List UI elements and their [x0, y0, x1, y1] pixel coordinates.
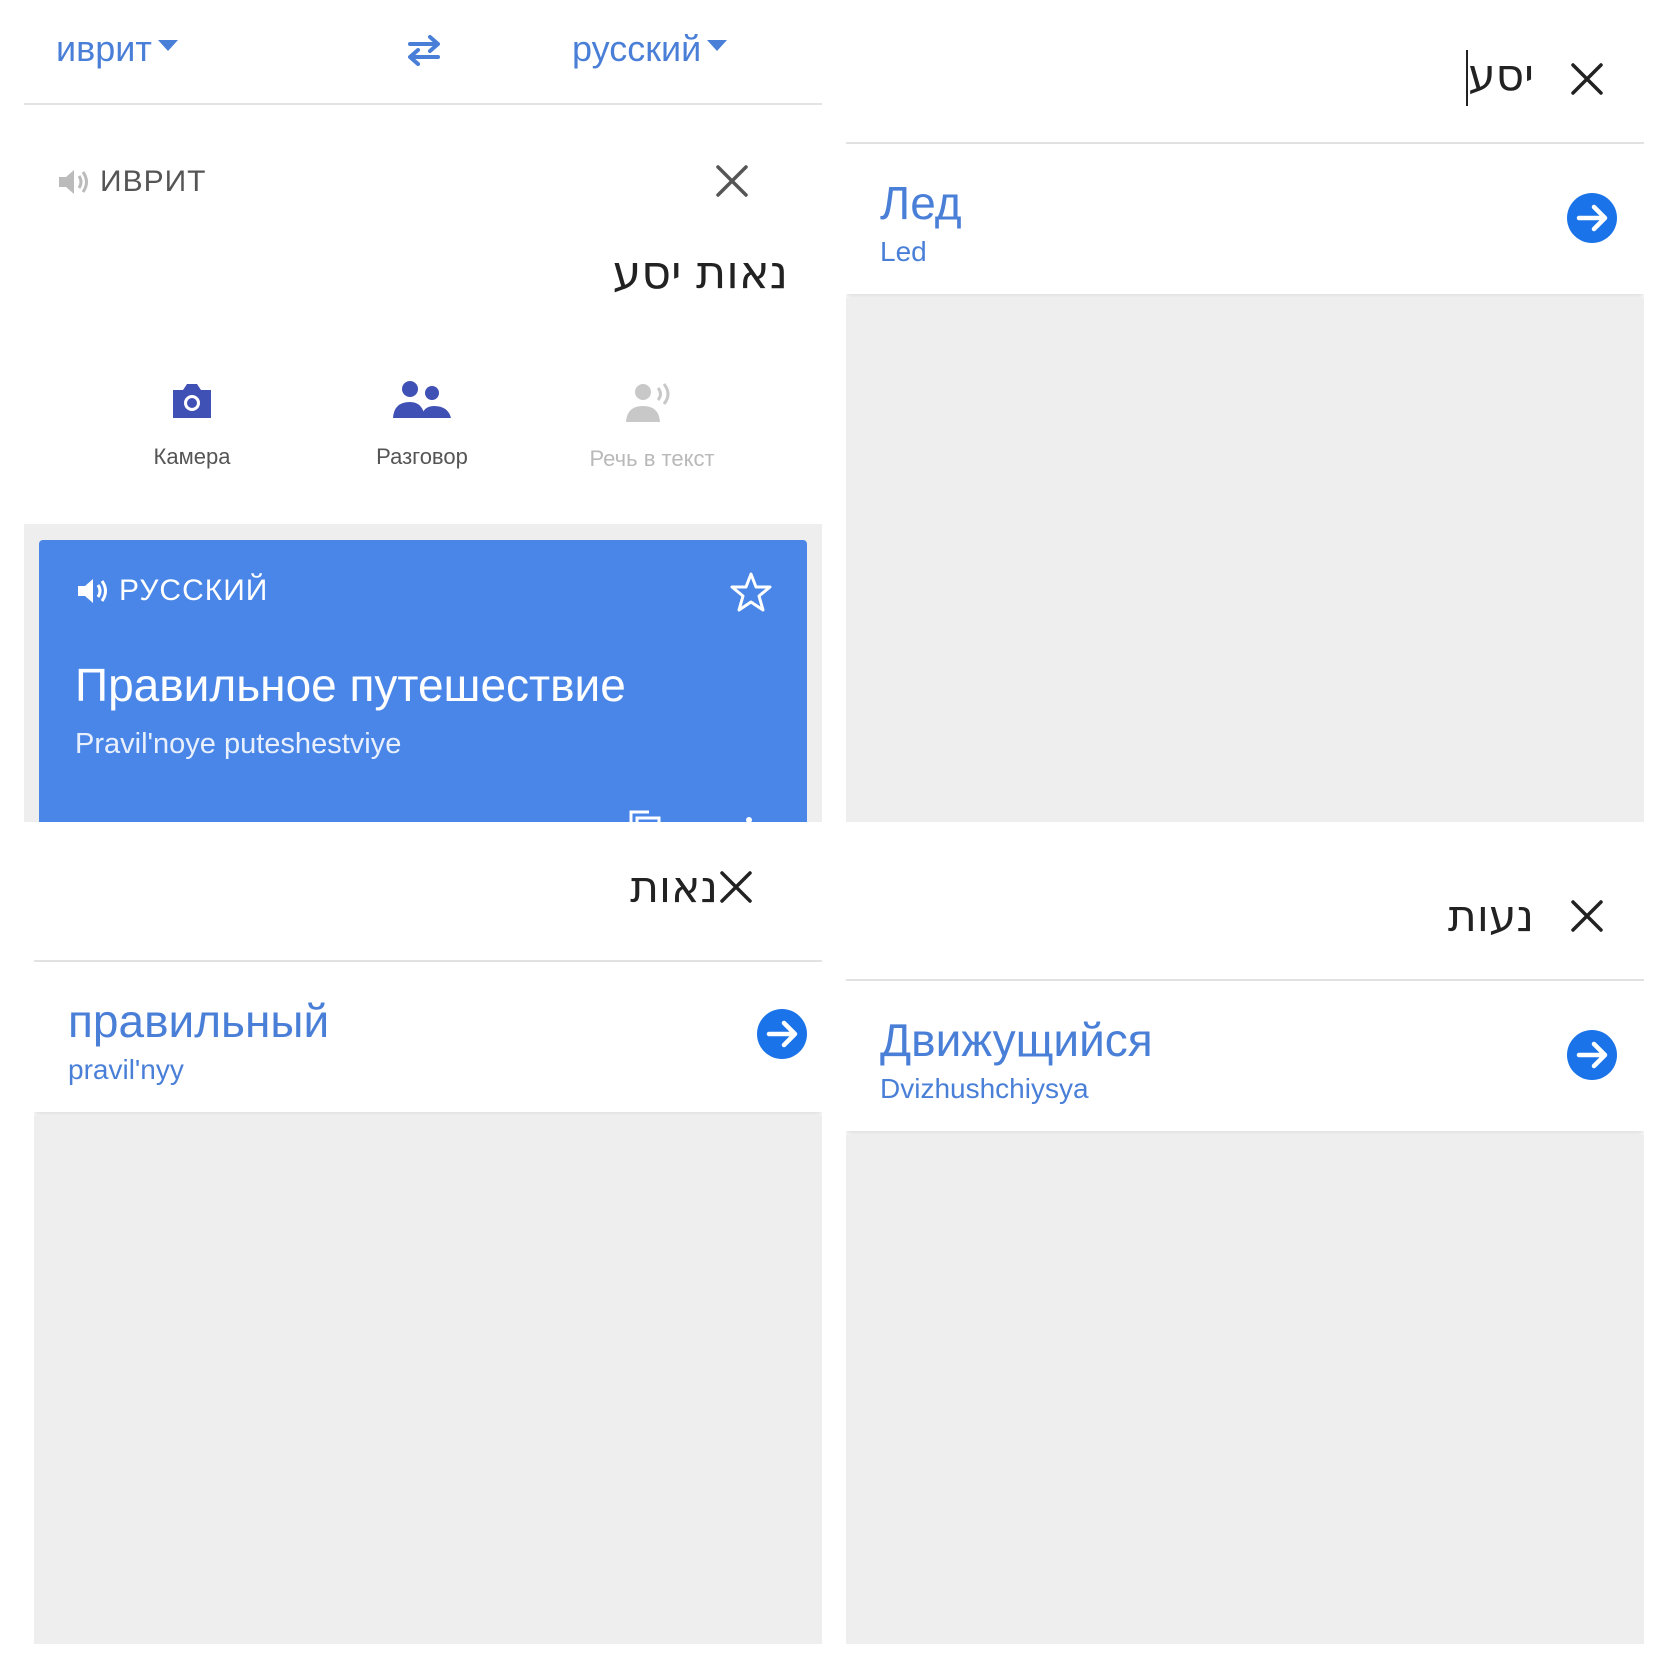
dictionary-transliteration: Led [880, 236, 927, 267]
target-language-selector[interactable]: русский [572, 28, 728, 70]
language-bar: иврит русский [24, 0, 822, 105]
translation-transliteration: Pravil'noye puteshestviye [75, 728, 402, 760]
source-language-label: иврит [56, 28, 152, 69]
translation-result-card[interactable]: РУССКИЙ Правильное путешествие Pravil'no… [39, 540, 807, 822]
dictionary-search-bar: יסע [846, 0, 1644, 144]
dictionary-transliteration: Dvizhushchiysya [880, 1073, 1089, 1104]
dictionary-query[interactable]: יסע [1462, 50, 1534, 106]
speech-to-text-tool[interactable]: Речь в текст [552, 380, 752, 472]
source-text[interactable]: נאות יסע [613, 245, 789, 299]
close-icon[interactable] [1570, 62, 1604, 96]
camera-icon [173, 384, 211, 418]
translation-text: Правильное путешествие [75, 659, 626, 711]
target-language-label: русский [572, 28, 702, 69]
speaker-icon[interactable] [56, 167, 92, 197]
swap-languages-icon[interactable] [402, 30, 446, 70]
source-language-caption: ИВРИТ [100, 165, 207, 198]
caret-down-icon [157, 39, 178, 51]
close-icon[interactable] [1570, 899, 1604, 933]
dictionary-word: правильный [68, 995, 330, 1047]
dictionary-query-text: יסע [1468, 50, 1534, 101]
dictionary-panel-2: יסע Лед Led [846, 0, 1644, 822]
close-icon[interactable] [719, 870, 753, 904]
dictionary-result-row[interactable]: Движущийся Dvizhushchiysya [846, 981, 1644, 1131]
copy-icon[interactable] [629, 808, 769, 822]
empty-results-area [34, 1116, 822, 1644]
speech-to-text-icon [626, 383, 670, 422]
speaker-icon[interactable] [75, 576, 111, 606]
arrow-right-circle-icon[interactable] [1566, 192, 1618, 244]
camera-tool-label: Камера [153, 444, 231, 469]
conversation-icon [393, 381, 451, 418]
dictionary-result-row[interactable]: правильный pravil'nyy [34, 962, 822, 1112]
dictionary-search-bar: נאות [34, 832, 822, 962]
dictionary-word: Лед [880, 177, 962, 229]
dictionary-panel-3: נעות Движущийся Dvizhushchiysya [846, 846, 1644, 1644]
result-language-caption: РУССКИЙ [119, 574, 269, 607]
speech-to-text-tool-label: Речь в текст [589, 446, 715, 471]
camera-tool[interactable]: Камера [92, 380, 292, 470]
empty-results-area [846, 298, 1644, 822]
source-language-selector[interactable]: иврит [56, 28, 178, 70]
star-icon[interactable] [729, 570, 773, 614]
empty-results-area [846, 1135, 1644, 1644]
dictionary-panel-1: נאות правильный pravil'nyy [34, 832, 822, 1644]
clear-input-icon[interactable] [714, 163, 750, 199]
source-language-heading: ИВРИТ [56, 165, 206, 199]
dictionary-word: Движущийся [880, 1014, 1153, 1066]
result-area: РУССКИЙ Правильное путешествие Pravil'no… [24, 524, 822, 822]
translate-main-screen: иврит русский ИВРИТ נאות יסע Камера Разг… [24, 0, 822, 822]
dictionary-search-bar: נעות [846, 855, 1644, 981]
arrow-right-circle-icon[interactable] [756, 1008, 808, 1060]
arrow-right-circle-icon[interactable] [1566, 1029, 1618, 1081]
dictionary-transliteration: pravil'nyy [68, 1054, 184, 1085]
dictionary-result-row[interactable]: Лед Led [846, 144, 1644, 294]
conversation-tool[interactable]: Разговор [322, 380, 522, 470]
dictionary-query[interactable]: נעות [1448, 891, 1534, 942]
conversation-tool-label: Разговор [376, 444, 468, 469]
caret-down-icon [707, 39, 728, 51]
source-input-area[interactable]: ИВРИТ נאות יסע [24, 105, 822, 355]
dictionary-query[interactable]: נאות [630, 862, 718, 913]
result-language-heading: РУССКИЙ [75, 574, 268, 608]
input-tools: Камера Разговор Речь в текст [24, 380, 822, 520]
